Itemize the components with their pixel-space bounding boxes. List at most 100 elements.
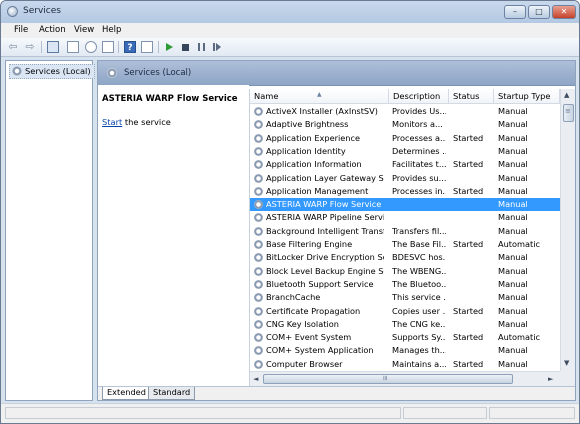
service-gear-icon — [254, 306, 263, 316]
restart-service-icon[interactable] — [213, 43, 221, 51]
table-row[interactable]: Application Experience Processes a... Star… — [250, 132, 560, 145]
table-row[interactable]: Bluetooth Support Service The Bluetoo... M… — [250, 278, 560, 291]
vertical-scroll-thumb[interactable]: ≡ — [563, 104, 574, 122]
column-header-status[interactable]: Status — [449, 89, 494, 104]
service-name-cell: Application Experience — [266, 132, 361, 143]
table-row[interactable]: ASTERIA WARP Flow Service Manual — [250, 198, 560, 212]
services-gear-icon — [107, 68, 117, 78]
column-header-name[interactable]: Name ▲ — [250, 89, 389, 104]
column-label: Name — [254, 91, 279, 101]
service-name-cell: COM+ System Application — [266, 345, 374, 356]
service-status-cell: Started — [453, 358, 484, 369]
table-row[interactable]: Application Information Facilitates t... S… — [250, 158, 560, 171]
scroll-left-icon[interactable]: ◄ — [253, 375, 258, 383]
service-name-cell: ActiveX Installer (AxInstSV) — [266, 106, 378, 116]
service-startup-type-cell: Manual — [498, 159, 528, 170]
table-row[interactable]: Application Identity Determines ... Manual — [250, 145, 560, 158]
service-description-cell: The CNG ke... — [392, 318, 446, 329]
service-status-cell: Started — [453, 159, 484, 170]
service-gear-icon — [254, 146, 263, 156]
menu-bar: File Action View Help — [1, 23, 579, 39]
menu-help[interactable]: Help — [102, 25, 121, 35]
menu-view[interactable]: View — [74, 25, 94, 35]
start-service-link[interactable]: Start — [102, 117, 122, 127]
pane-header: Services (Local) — [98, 61, 575, 86]
service-startup-type-cell: Manual — [498, 199, 528, 210]
pause-service-icon[interactable] — [198, 43, 205, 51]
column-header-description[interactable]: Description — [389, 89, 449, 104]
service-name-cell: BitLocker Drive Encryption Ser... — [266, 252, 384, 263]
scrollbar-corner — [560, 371, 575, 386]
scroll-up-icon[interactable]: ▲ — [564, 91, 569, 99]
table-row[interactable]: CNG Key Isolation The CNG ke... Manual — [250, 318, 560, 331]
service-description-cell: The Base Fil... — [392, 239, 446, 249]
table-row[interactable]: COM+ Event System Supports Sy... Started Au… — [250, 331, 560, 344]
horizontal-scroll-thumb[interactable]: ≡ — [263, 374, 513, 384]
table-row[interactable]: Certificate Propagation Copies user ... St… — [250, 305, 560, 318]
table-row[interactable]: Application Layer Gateway Ser... Provides… — [250, 172, 560, 185]
services-gear-icon — [7, 6, 18, 17]
service-description-cell: Supports Sy... — [392, 332, 446, 343]
maximize-button[interactable]: □ — [528, 5, 550, 19]
window-title: Services — [23, 6, 61, 16]
column-header-startup-type[interactable]: Startup Type — [494, 89, 560, 104]
service-status-cell: Started — [453, 332, 484, 343]
title-bar[interactable]: Services – □ ✕ — [1, 1, 579, 24]
table-row[interactable]: Adaptive Brightness Monitors a... Manual — [250, 118, 560, 131]
service-description-cell: Facilitates t... — [392, 159, 446, 170]
service-startup-type-cell: Manual — [498, 318, 528, 329]
back-arrow-icon[interactable]: ⇦ — [7, 41, 19, 53]
toolbar-separator — [158, 41, 159, 53]
close-button[interactable]: ✕ — [552, 5, 576, 19]
show-hide-action-pane-icon[interactable] — [141, 41, 153, 53]
service-name-cell: Base Filtering Engine — [266, 239, 353, 249]
table-row[interactable]: ActiveX Installer (AxInstSV) Provides Us.… — [250, 105, 560, 118]
properties-icon[interactable] — [67, 41, 79, 53]
services-pane: Services (Local) ASTERIA WARP Flow Servi… — [97, 60, 576, 401]
pane-title: Services (Local) — [124, 68, 192, 78]
start-service-icon[interactable] — [166, 43, 173, 51]
scroll-right-icon[interactable]: ► — [548, 375, 553, 383]
forward-arrow-icon[interactable]: ⇨ — [24, 41, 36, 53]
service-description-cell: Processes a... — [392, 132, 446, 143]
service-description-cell: Copies user ... — [392, 305, 446, 316]
service-description-cell: Manages th... — [392, 345, 446, 356]
table-row[interactable]: Computer Browser Maintains a... Started Man… — [250, 358, 560, 371]
service-startup-type-cell: Automatic — [498, 239, 540, 249]
service-status-cell: Started — [453, 185, 484, 196]
table-row[interactable]: Block Level Backup Engine Ser... The WBEN… — [250, 265, 560, 278]
service-description-cell: Transfers fil... — [392, 225, 446, 236]
menu-action[interactable]: Action — [39, 25, 66, 35]
vertical-scrollbar[interactable]: ▲ ≡ ▼ — [560, 89, 575, 371]
tree-item-label: Services (Local) — [25, 66, 91, 76]
table-row[interactable]: ASTERIA WARP Pipeline Service Manual — [250, 211, 560, 224]
tab-standard[interactable]: Standard — [148, 387, 196, 400]
toolbar-separator — [41, 41, 42, 53]
service-startup-type-cell: Manual — [498, 132, 528, 143]
show-hide-console-tree-icon[interactable] — [47, 41, 59, 53]
help-icon[interactable]: ? — [124, 41, 136, 53]
horizontal-scrollbar[interactable]: ◄ ≡ ► — [250, 371, 560, 386]
stop-service-icon[interactable] — [182, 44, 189, 51]
export-list-icon[interactable] — [102, 41, 114, 53]
tree-item-services-local[interactable]: Services (Local) — [9, 64, 95, 79]
scroll-down-icon[interactable]: ▼ — [564, 359, 569, 367]
table-row[interactable]: Base Filtering Engine The Base Fil... Star… — [250, 238, 560, 251]
menu-file[interactable]: File — [14, 25, 28, 35]
service-startup-type-cell: Manual — [498, 172, 528, 183]
toolbar: ⇦ ⇨ ? — [1, 38, 579, 57]
service-gear-icon — [254, 120, 263, 130]
tab-extended[interactable]: Extended — [102, 387, 151, 400]
refresh-icon[interactable] — [85, 41, 97, 53]
table-row[interactable]: BranchCache This service ... Manual — [250, 291, 560, 304]
service-name-cell: BranchCache — [266, 292, 321, 303]
service-gear-icon — [254, 133, 263, 143]
table-row[interactable]: Background Intelligent Transfe... Transfe… — [250, 225, 560, 238]
service-description-cell: Maintains a... — [392, 358, 446, 369]
table-row[interactable]: BitLocker Drive Encryption Ser... BDESVC … — [250, 251, 560, 264]
table-row[interactable]: Application Management Processes in... Sta… — [250, 185, 560, 198]
table-row[interactable]: COM+ System Application Manages th... Manu… — [250, 344, 560, 357]
minimize-button[interactable]: – — [504, 5, 526, 19]
service-startup-type-cell: Manual — [498, 106, 528, 116]
service-gear-icon — [254, 293, 263, 303]
